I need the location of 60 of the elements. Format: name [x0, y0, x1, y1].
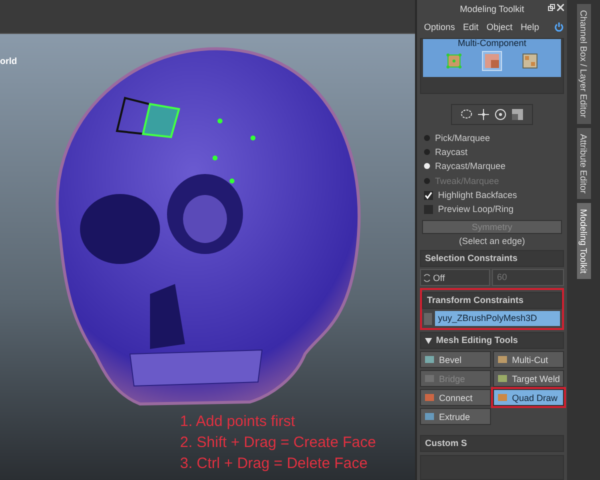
radio-label: Raycast: [435, 147, 468, 158]
tool-icon: [497, 373, 508, 384]
instruction-text: 3. Ctrl + Drag = Delete Face: [180, 454, 369, 474]
vertex-point: [250, 136, 256, 140]
constraint-dropdown[interactable]: Off: [420, 269, 490, 286]
tool-button[interactable]: Target Weld: [493, 370, 564, 388]
tool-icon: [424, 373, 435, 384]
tool-button[interactable]: Bevel: [420, 351, 491, 368]
section-header[interactable]: Custom S: [420, 435, 564, 452]
expand-icon[interactable]: [425, 338, 432, 344]
menu-item[interactable]: Options: [424, 22, 456, 32]
lasso-icon[interactable]: [460, 108, 473, 121]
section-header[interactable]: Transform Constraints: [422, 292, 562, 310]
tool-button[interactable]: Extrude: [420, 408, 491, 426]
side-tab[interactable]: Attribute Editor: [576, 128, 590, 200]
scale-icon[interactable]: [511, 108, 524, 121]
tool-icon: [424, 392, 435, 404]
rotate-icon[interactable]: [494, 108, 507, 121]
radio-button[interactable]: [424, 163, 430, 170]
move-icon[interactable]: [477, 108, 490, 121]
side-tab[interactable]: Modeling Toolkit: [576, 203, 590, 280]
component-header: Multi-Component: [458, 39, 526, 48]
side-tab[interactable]: Channel Box / Layer Editor: [576, 4, 590, 124]
menu-item[interactable]: Help: [520, 22, 540, 32]
checkbox[interactable]: [424, 190, 433, 200]
spinner-icon: [424, 274, 430, 282]
radio-label: Pick/Marquee: [435, 132, 490, 143]
tool-button[interactable]: Quad Draw: [493, 389, 564, 406]
checkbox-label: Highlight Backfaces: [438, 190, 518, 200]
mesh-icon: [424, 312, 432, 325]
hint-text: (Select an edge): [458, 235, 526, 248]
tool-icon: [497, 392, 508, 404]
panel-title: Modeling Toolkit: [460, 4, 524, 14]
mesh-field[interactable]: yuy_ZBrushPolyMesh3D: [435, 311, 560, 326]
section-header[interactable]: Mesh Editing Tools: [420, 332, 564, 350]
axis-label: orld: [0, 56, 17, 66]
close-icon[interactable]: [557, 4, 564, 11]
radio-label: Raycast/Marquee: [435, 161, 506, 172]
component-face-icon[interactable]: [482, 51, 502, 72]
radio-button[interactable]: [424, 134, 430, 141]
tool-button[interactable]: Connect: [420, 389, 491, 406]
checkbox[interactable]: [424, 204, 433, 214]
vertex-point: [212, 156, 218, 160]
menu-item[interactable]: Object: [486, 22, 513, 32]
tool-icon: [497, 354, 508, 366]
power-icon[interactable]: [554, 22, 564, 32]
vertex-point: [218, 118, 222, 124]
radio-button[interactable]: [424, 149, 430, 156]
tool-icon: [424, 411, 435, 422]
tool-icon: [424, 354, 435, 366]
vertex-point: [230, 178, 234, 184]
checkbox-label: Preview Loop/Ring: [438, 204, 514, 214]
new-quad-face: [142, 102, 180, 138]
menu-item[interactable]: Edit: [463, 22, 479, 32]
instruction-text: 1. Add points first: [180, 412, 296, 432]
tool-button[interactable]: Multi-Cut: [493, 351, 564, 368]
component-uv-icon[interactable]: [520, 51, 540, 72]
restore-icon[interactable]: [548, 4, 555, 11]
section-header[interactable]: Selection Constraints: [420, 250, 564, 268]
instruction-text: 2. Shift + Drag = Create Face: [180, 433, 376, 453]
